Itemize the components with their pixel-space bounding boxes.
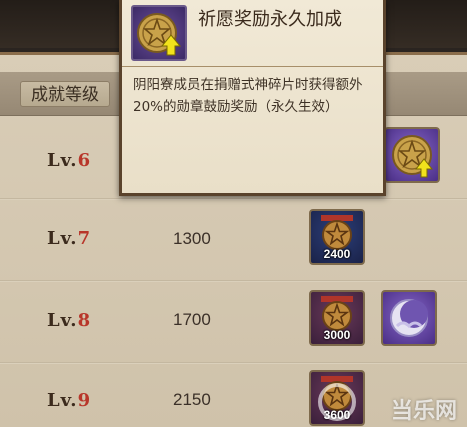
watermark-text: 当乐网	[390, 399, 457, 424]
gold-coin-arrow-icon	[137, 13, 182, 56]
row-amount: 1700	[173, 310, 211, 329]
reward-slot[interactable]	[384, 127, 440, 183]
row-amount: 1300	[173, 229, 211, 248]
tooltip-title: 祈愿奖励永久加成	[198, 9, 342, 30]
tooltip-divider	[122, 66, 383, 67]
reward-slot[interactable]: 2400	[309, 209, 365, 265]
reward-count: 3000	[323, 328, 351, 342]
row-level: Lv.7	[47, 228, 92, 249]
table-row: Lv.8 1700 3000	[0, 282, 467, 362]
reward-slot[interactable]: 3000	[309, 290, 365, 346]
row-level: Lv.9	[47, 390, 92, 411]
reward-slot[interactable]	[381, 290, 437, 346]
reward-count: 2400	[323, 247, 351, 261]
level-number: 6	[77, 150, 92, 171]
level-number: 9	[77, 390, 92, 411]
moon-cloud-icon	[390, 299, 428, 337]
watermark-logo-icon	[318, 383, 356, 421]
achievement-level-header: 成就等级	[20, 81, 110, 107]
row-level: Lv.8	[47, 310, 92, 331]
row-level: Lv.6	[47, 150, 92, 171]
level-number: 8	[77, 310, 92, 331]
table-row: Lv.7 1300 2400	[0, 200, 467, 280]
tooltip-icon-frame	[131, 5, 187, 61]
row-amount: 2150	[173, 390, 211, 409]
reward-tooltip: 祈愿奖励永久加成 阴阳寮成员在捐赠式神碎片时获得额外20%的勋章鼓励奖励（永久生…	[119, 0, 386, 196]
tooltip-description: 阴阳寮成员在捐赠式神碎片时获得额外20%的勋章鼓励奖励（永久生效）	[133, 77, 363, 115]
gold-coin-arrow-icon	[392, 135, 434, 178]
level-number: 7	[77, 228, 92, 249]
